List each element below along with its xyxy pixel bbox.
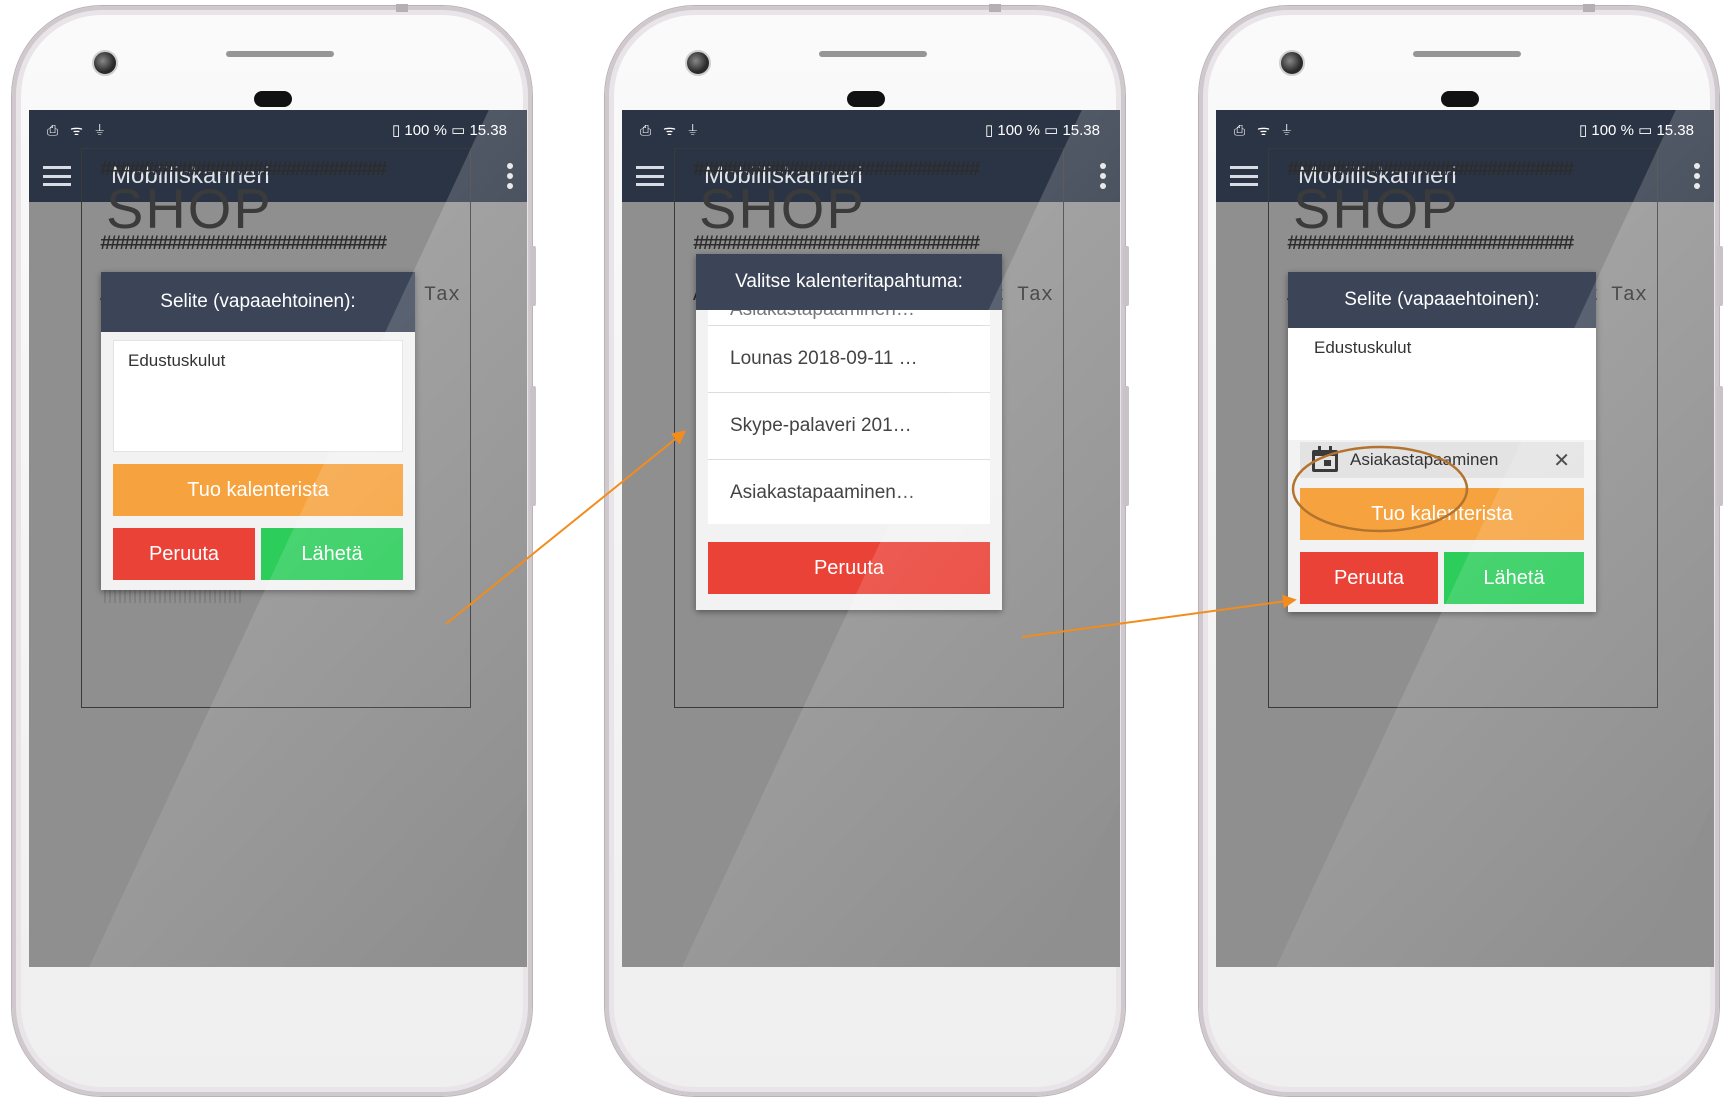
annotation-arrow-2 xyxy=(1021,594,1297,638)
annotation-overlay xyxy=(445,430,1469,638)
annotation-arrow-1 xyxy=(445,430,687,625)
highlight-ring xyxy=(1291,445,1469,533)
